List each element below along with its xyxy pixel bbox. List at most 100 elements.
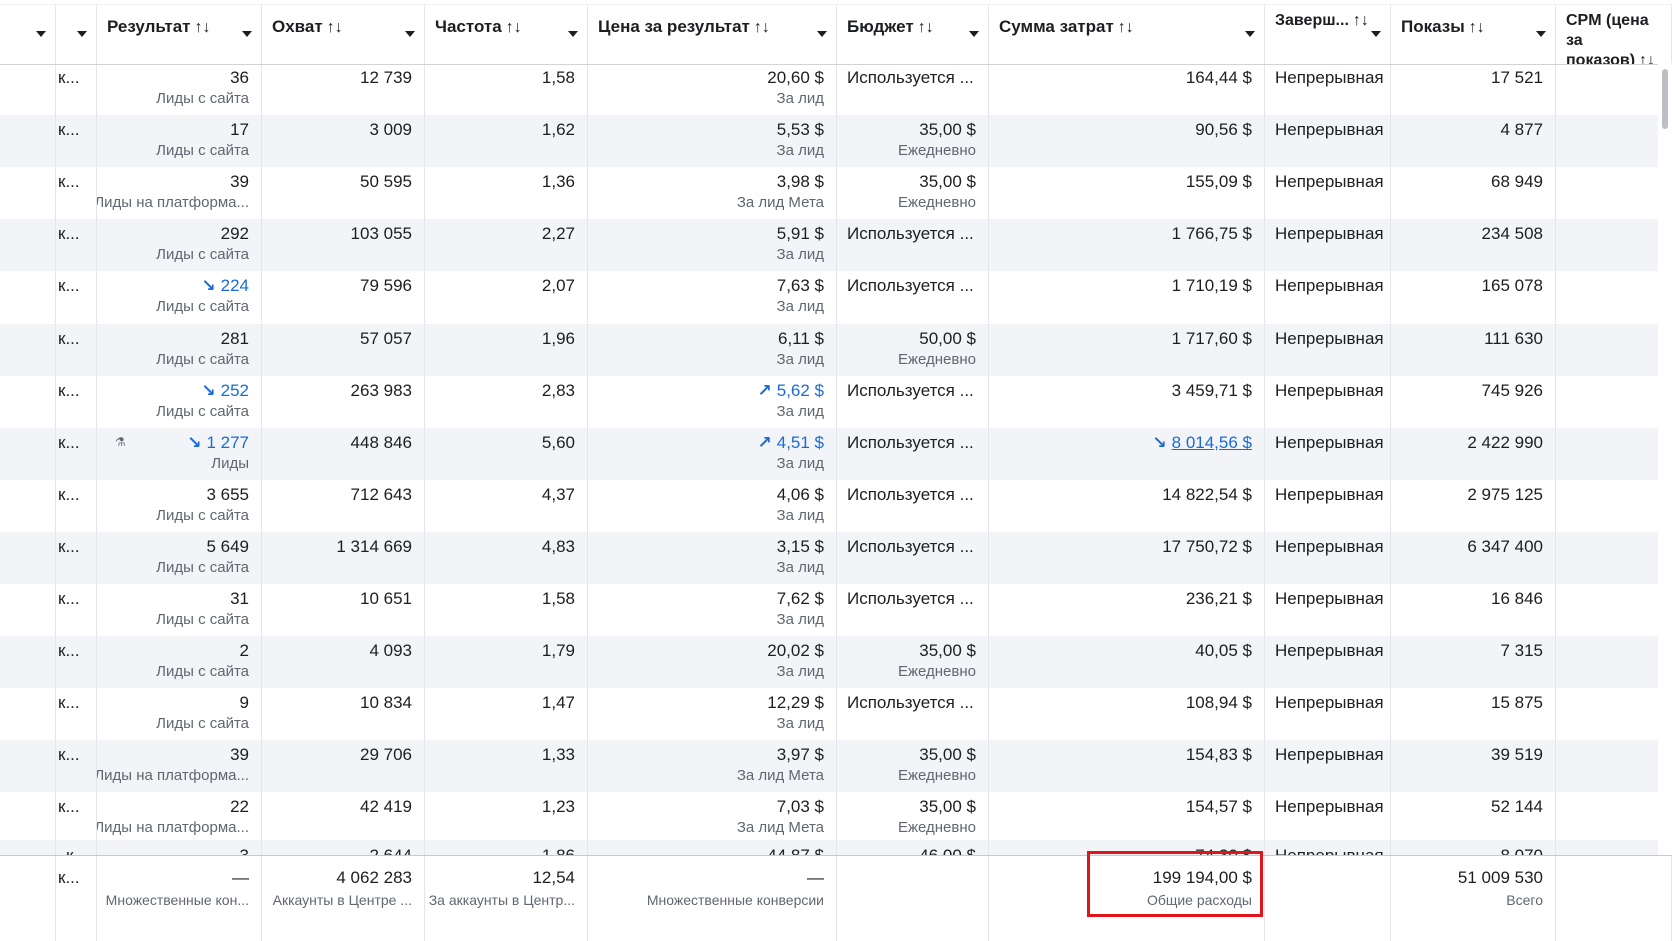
amount-spent-cell[interactable]: 155,09 $ [989, 167, 1265, 220]
column-header-spend[interactable]: Сумма затрат ↑↓ [989, 5, 1265, 64]
cpm-cell[interactable] [1556, 531, 1672, 584]
impressions-cell[interactable]: 17 521 [1391, 63, 1556, 115]
chevron-down-icon[interactable] [1245, 31, 1255, 37]
frequency-cell[interactable]: 1,58 [425, 63, 588, 115]
ends-cell[interactable]: Непрерывная [1265, 115, 1391, 168]
campaign-name-link[interactable]: к... [58, 797, 80, 817]
impressions-cell[interactable]: 6 347 400 [1391, 531, 1556, 584]
result-cell[interactable]: 31 Лиды с сайта [97, 584, 262, 636]
ends-cell[interactable]: Непрерывная [1265, 63, 1391, 115]
table-row[interactable]: к... 22 Лиды на платформа... 42 419 1,23 7,03… [0, 792, 1672, 845]
table-row[interactable]: к... ↘ 224 Лиды с сайта 79 596 2,07 7,63 $ За л… [0, 271, 1672, 324]
budget-value[interactable]: Используется ... [847, 589, 974, 609]
budget-cell[interactable]: Используется ... [837, 63, 989, 115]
column-header-cpm[interactable]: CPM (цена за показов) ↑↓ [1556, 5, 1672, 64]
row-checkbox-cell[interactable] [0, 688, 56, 741]
cost-per-result-cell[interactable]: 7,63 $ За лид [588, 271, 837, 324]
campaign-name-link[interactable]: к... [58, 329, 80, 349]
cost-per-result-cell[interactable]: 12,29 $ За лид [588, 688, 837, 741]
impressions-cell[interactable]: 39 519 [1391, 740, 1556, 793]
ends-cell[interactable]: Непрерывная [1265, 584, 1391, 636]
campaign-name-link[interactable]: к... [58, 381, 80, 401]
row-checkbox-cell[interactable] [0, 479, 56, 532]
budget-value[interactable]: Используется ... [847, 276, 974, 296]
sort-icon[interactable]: ↑↓ [1469, 19, 1485, 36]
column-header-cpr[interactable]: Цена за результат ↑↓ [588, 5, 837, 64]
result-cell[interactable]: 36 Лиды с сайта [97, 63, 262, 115]
budget-cell[interactable]: Используется ... [837, 427, 989, 480]
result-cell[interactable]: 39 Лиды на платформа... [97, 740, 262, 793]
totals-budget-cell[interactable] [837, 856, 989, 941]
cpm-cell[interactable] [1556, 636, 1672, 689]
impressions-cell[interactable]: 52 144 [1391, 792, 1556, 845]
campaign-name-link[interactable]: к... [58, 433, 80, 453]
table-row[interactable]: к... 5 649 Лиды с сайта 1 314 669 4,83 3,15 $… [0, 531, 1672, 584]
budget-cell[interactable]: Используется ... [837, 584, 989, 636]
ends-cell[interactable]: Непрерывная [1265, 479, 1391, 532]
impressions-cell[interactable]: 7 315 [1391, 636, 1556, 689]
budget-cell[interactable]: 35,00 $ Ежедневно [837, 115, 989, 168]
table-row[interactable]: к... 39 Лиды на платформа... 29 706 1,33 3,97… [0, 740, 1672, 793]
result-cell[interactable]: ↘ 224 Лиды с сайта [97, 271, 262, 324]
reach-cell[interactable]: 712 643 [262, 479, 425, 532]
row-checkbox-cell[interactable] [0, 219, 56, 272]
campaign-name-cell[interactable]: к... [56, 219, 97, 272]
result-cell[interactable]: 3 655 Лиды с сайта [97, 479, 262, 532]
reach-cell[interactable]: 79 596 [262, 271, 425, 324]
impressions-cell[interactable]: 4 877 [1391, 115, 1556, 168]
budget-cell[interactable]: Используется ... [837, 479, 989, 532]
ends-cell[interactable]: Непрерывная [1265, 688, 1391, 741]
amount-spent-cell[interactable]: 40,05 $ [989, 636, 1265, 689]
ends-cell[interactable]: Непрерывная [1265, 740, 1391, 793]
budget-value[interactable]: Используется ... [847, 381, 974, 401]
frequency-cell[interactable]: 2,27 [425, 219, 588, 272]
ends-cell[interactable]: Непрерывная [1265, 219, 1391, 272]
campaign-name-cell[interactable]: к... [56, 792, 97, 845]
campaign-name-link[interactable]: к... [58, 641, 80, 661]
totals-name-cell[interactable]: к... [56, 856, 97, 941]
amount-spent-cell[interactable]: 90,56 $ [989, 115, 1265, 168]
chevron-down-icon[interactable] [1371, 31, 1381, 37]
frequency-cell[interactable]: 5,60 [425, 427, 588, 480]
campaign-name-link[interactable]: к... [58, 172, 80, 192]
sort-icon[interactable]: ↑↓ [1639, 52, 1655, 64]
amount-spent-cell[interactable]: 17 750,72 $ [989, 531, 1265, 584]
amount-spent-cell[interactable]: 14 822,54 $ [989, 479, 1265, 532]
row-checkbox-cell[interactable] [0, 427, 56, 480]
cost-per-result-cell[interactable]: 6,11 $ За лид [588, 323, 837, 376]
impressions-cell[interactable]: 111 630 [1391, 323, 1556, 376]
impressions-cell[interactable]: 745 926 [1391, 375, 1556, 428]
ends-cell[interactable]: Непрерывная [1265, 531, 1391, 584]
column-header-end[interactable]: Заверш... ↑↓ [1265, 5, 1391, 64]
result-cell[interactable]: 17 Лиды с сайта [97, 115, 262, 168]
ends-cell[interactable]: Непрерывная [1265, 792, 1391, 845]
chevron-down-icon[interactable] [36, 31, 46, 37]
budget-cell[interactable]: 35,00 $ Ежедневно [837, 636, 989, 689]
reach-cell[interactable]: 1 314 669 [262, 531, 425, 584]
chevron-down-icon[interactable] [405, 31, 415, 37]
result-cell[interactable]: ↘ 252 Лиды с сайта [97, 375, 262, 428]
totals-impr-cell[interactable]: 51 009 530 Всего [1391, 856, 1556, 941]
row-checkbox-cell[interactable] [0, 167, 56, 220]
table-row[interactable]: к... 281 Лиды с сайта 57 057 1,96 6,11 $ За ли… [0, 323, 1672, 376]
vertical-scrollbar[interactable] [1658, 63, 1672, 855]
row-checkbox-cell[interactable] [0, 271, 56, 324]
result-cell[interactable]: ⚗ ↘ 1 277 Лиды [97, 427, 262, 480]
campaign-name-link[interactable]: к... [58, 485, 80, 505]
cpm-cell[interactable] [1556, 427, 1672, 480]
cost-per-result-cell[interactable]: 5,91 $ За лид [588, 219, 837, 272]
row-checkbox-cell[interactable] [0, 375, 56, 428]
sort-icon[interactable]: ↑↓ [754, 19, 770, 36]
cpm-cell[interactable] [1556, 323, 1672, 376]
column-header-chk[interactable] [0, 5, 56, 64]
impressions-cell[interactable]: 15 875 [1391, 688, 1556, 741]
cost-per-result-cell[interactable]: ↗ 5,62 $ За лид [588, 375, 837, 428]
result-cell[interactable]: 281 Лиды с сайта [97, 323, 262, 376]
table-row[interactable]: к... 292 Лиды с сайта 103 055 2,27 5,91 $ За л… [0, 219, 1672, 272]
campaign-name-cell[interactable]: к... [56, 323, 97, 376]
campaign-name-cell[interactable]: к... [56, 271, 97, 324]
frequency-cell[interactable]: 1,33 [425, 740, 588, 793]
amount-spent-cell[interactable]: 154,83 $ [989, 740, 1265, 793]
reach-cell[interactable]: 4 093 [262, 636, 425, 689]
campaign-name-link[interactable]: к... [58, 745, 80, 765]
